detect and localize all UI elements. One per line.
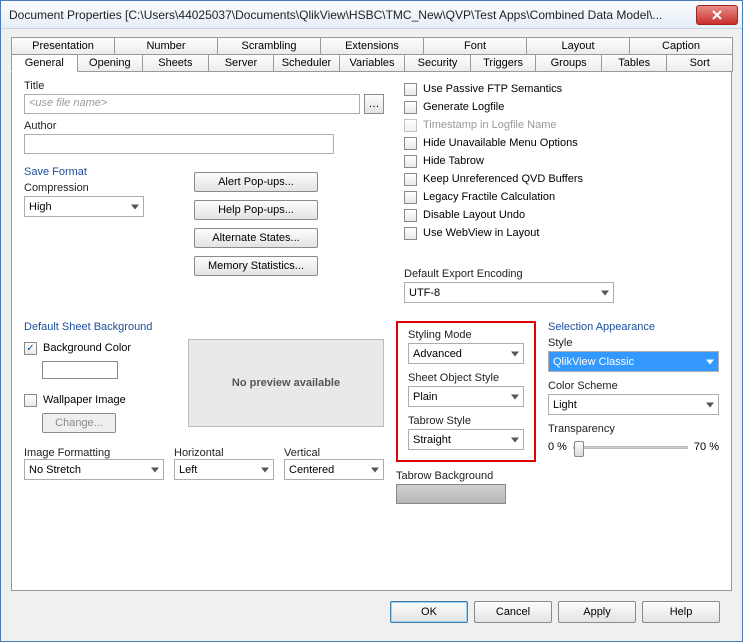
passive-ftp-checkbox[interactable]: Use Passive FTP Semantics	[404, 80, 719, 98]
tab-font[interactable]: Font	[423, 37, 527, 54]
window-title: Document Properties [C:\Users\44025037\D…	[5, 8, 696, 22]
preview-area: No preview available	[188, 339, 384, 427]
help-button[interactable]: Help	[642, 601, 720, 623]
vertical-select[interactable]: Centered	[284, 459, 384, 480]
cancel-button[interactable]: Cancel	[474, 601, 552, 623]
tab-server[interactable]: Server	[208, 54, 275, 72]
default-export-encoding-label: Default Export Encoding	[404, 268, 719, 280]
style-select[interactable]: QlikView Classic	[548, 351, 719, 372]
save-format-label: Save Format	[24, 166, 174, 178]
wallpaper-image-checkbox[interactable]: Wallpaper Image	[24, 391, 174, 409]
tab-extensions[interactable]: Extensions	[320, 37, 424, 54]
tab-security[interactable]: Security	[404, 54, 471, 72]
tab-sort[interactable]: Sort	[666, 54, 733, 72]
ok-button[interactable]: OK	[390, 601, 468, 623]
chevron-down-icon	[151, 467, 159, 472]
alert-popups-button[interactable]: Alert Pop-ups...	[194, 172, 318, 192]
tab-variables[interactable]: Variables	[339, 54, 406, 72]
apply-button[interactable]: Apply	[558, 601, 636, 623]
tab-row-2: General Opening Sheets Server Scheduler …	[11, 54, 732, 72]
chevron-down-icon	[511, 394, 519, 399]
tab-tables[interactable]: Tables	[601, 54, 668, 72]
author-input[interactable]	[24, 134, 334, 154]
disable-layout-undo-checkbox[interactable]: Disable Layout Undo	[404, 206, 719, 224]
tab-row-1: Presentation Number Scrambling Extension…	[11, 37, 732, 54]
image-formatting-select[interactable]: No Stretch	[24, 459, 164, 480]
tab-layout[interactable]: Layout	[526, 37, 630, 54]
tab-presentation[interactable]: Presentation	[11, 37, 115, 54]
tabrow-background-swatch[interactable]	[396, 484, 506, 504]
selection-appearance-label: Selection Appearance	[548, 321, 719, 333]
chevron-down-icon	[511, 351, 519, 356]
legacy-fractile-checkbox[interactable]: Legacy Fractile Calculation	[404, 188, 719, 206]
style-label: Style	[548, 337, 719, 349]
chevron-down-icon	[706, 402, 714, 407]
vertical-label: Vertical	[284, 447, 384, 459]
use-webview-checkbox[interactable]: Use WebView in Layout	[404, 224, 719, 242]
sheet-object-style-select[interactable]: Plain	[408, 386, 524, 407]
help-popups-button[interactable]: Help Pop-ups...	[194, 200, 318, 220]
chevron-down-icon	[131, 204, 139, 209]
transparency-min: 0 %	[548, 441, 567, 453]
alternate-states-button[interactable]: Alternate States...	[194, 228, 318, 248]
tab-caption[interactable]: Caption	[629, 37, 733, 54]
generate-logfile-checkbox[interactable]: Generate Logfile	[404, 98, 719, 116]
dialog-button-bar: OK Cancel Apply Help	[11, 591, 732, 633]
timestamp-logfile-checkbox: Timestamp in Logfile Name	[404, 116, 719, 134]
styling-mode-select[interactable]: Advanced	[408, 343, 524, 364]
chevron-down-icon	[371, 467, 379, 472]
author-label: Author	[24, 120, 384, 132]
tab-triggers[interactable]: Triggers	[470, 54, 537, 72]
close-button[interactable]	[696, 5, 738, 25]
background-color-checkbox[interactable]: Background Color	[24, 339, 174, 357]
color-scheme-select[interactable]: Light	[548, 394, 719, 415]
styling-mode-label: Styling Mode	[408, 329, 524, 341]
image-formatting-label: Image Formatting	[24, 447, 164, 459]
tab-number[interactable]: Number	[114, 37, 218, 54]
tabrow-style-select[interactable]: Straight	[408, 429, 524, 450]
chevron-down-icon	[706, 359, 714, 364]
encoding-select[interactable]: UTF-8	[404, 282, 614, 303]
styling-highlight-box: Styling Mode Advanced Sheet Object Style…	[396, 321, 536, 462]
title-input[interactable]: <use file name>	[24, 94, 360, 114]
title-label: Title	[24, 80, 384, 92]
tab-opening[interactable]: Opening	[77, 54, 144, 72]
hide-menu-checkbox[interactable]: Hide Unavailable Menu Options	[404, 134, 719, 152]
horizontal-label: Horizontal	[174, 447, 274, 459]
tabrow-background-label: Tabrow Background	[396, 470, 536, 482]
horizontal-select[interactable]: Left	[174, 459, 274, 480]
memory-statistics-button[interactable]: Memory Statistics...	[194, 256, 318, 276]
chevron-down-icon	[261, 467, 269, 472]
chevron-down-icon	[511, 437, 519, 442]
default-sheet-bg-label: Default Sheet Background	[24, 321, 384, 333]
tab-general[interactable]: General	[11, 54, 78, 72]
slider-thumb[interactable]	[574, 441, 584, 457]
hide-tabrow-checkbox[interactable]: Hide Tabrow	[404, 152, 719, 170]
compression-select[interactable]: High	[24, 196, 144, 217]
transparency-label: Transparency	[548, 423, 719, 435]
transparency-slider[interactable]	[573, 446, 688, 449]
keep-qvd-checkbox[interactable]: Keep Unreferenced QVD Buffers	[404, 170, 719, 188]
document-properties-dialog: Document Properties [C:\Users\44025037\D…	[0, 0, 743, 642]
tab-scrambling[interactable]: Scrambling	[217, 37, 321, 54]
tab-groups[interactable]: Groups	[535, 54, 602, 72]
change-wallpaper-button: Change...	[42, 413, 116, 433]
title-browse-button[interactable]: …	[364, 94, 384, 114]
background-color-swatch[interactable]	[42, 361, 118, 379]
close-icon	[712, 10, 722, 20]
tab-scheduler[interactable]: Scheduler	[273, 54, 340, 72]
general-pane: Title <use file name> … Author Save Form…	[11, 71, 732, 591]
tab-sheets[interactable]: Sheets	[142, 54, 209, 72]
color-scheme-label: Color Scheme	[548, 380, 719, 392]
sheet-object-style-label: Sheet Object Style	[408, 372, 524, 384]
compression-label: Compression	[24, 182, 174, 194]
transparency-max: 70 %	[694, 441, 719, 453]
titlebar: Document Properties [C:\Users\44025037\D…	[1, 1, 742, 29]
chevron-down-icon	[601, 290, 609, 295]
tabrow-style-label: Tabrow Style	[408, 415, 524, 427]
